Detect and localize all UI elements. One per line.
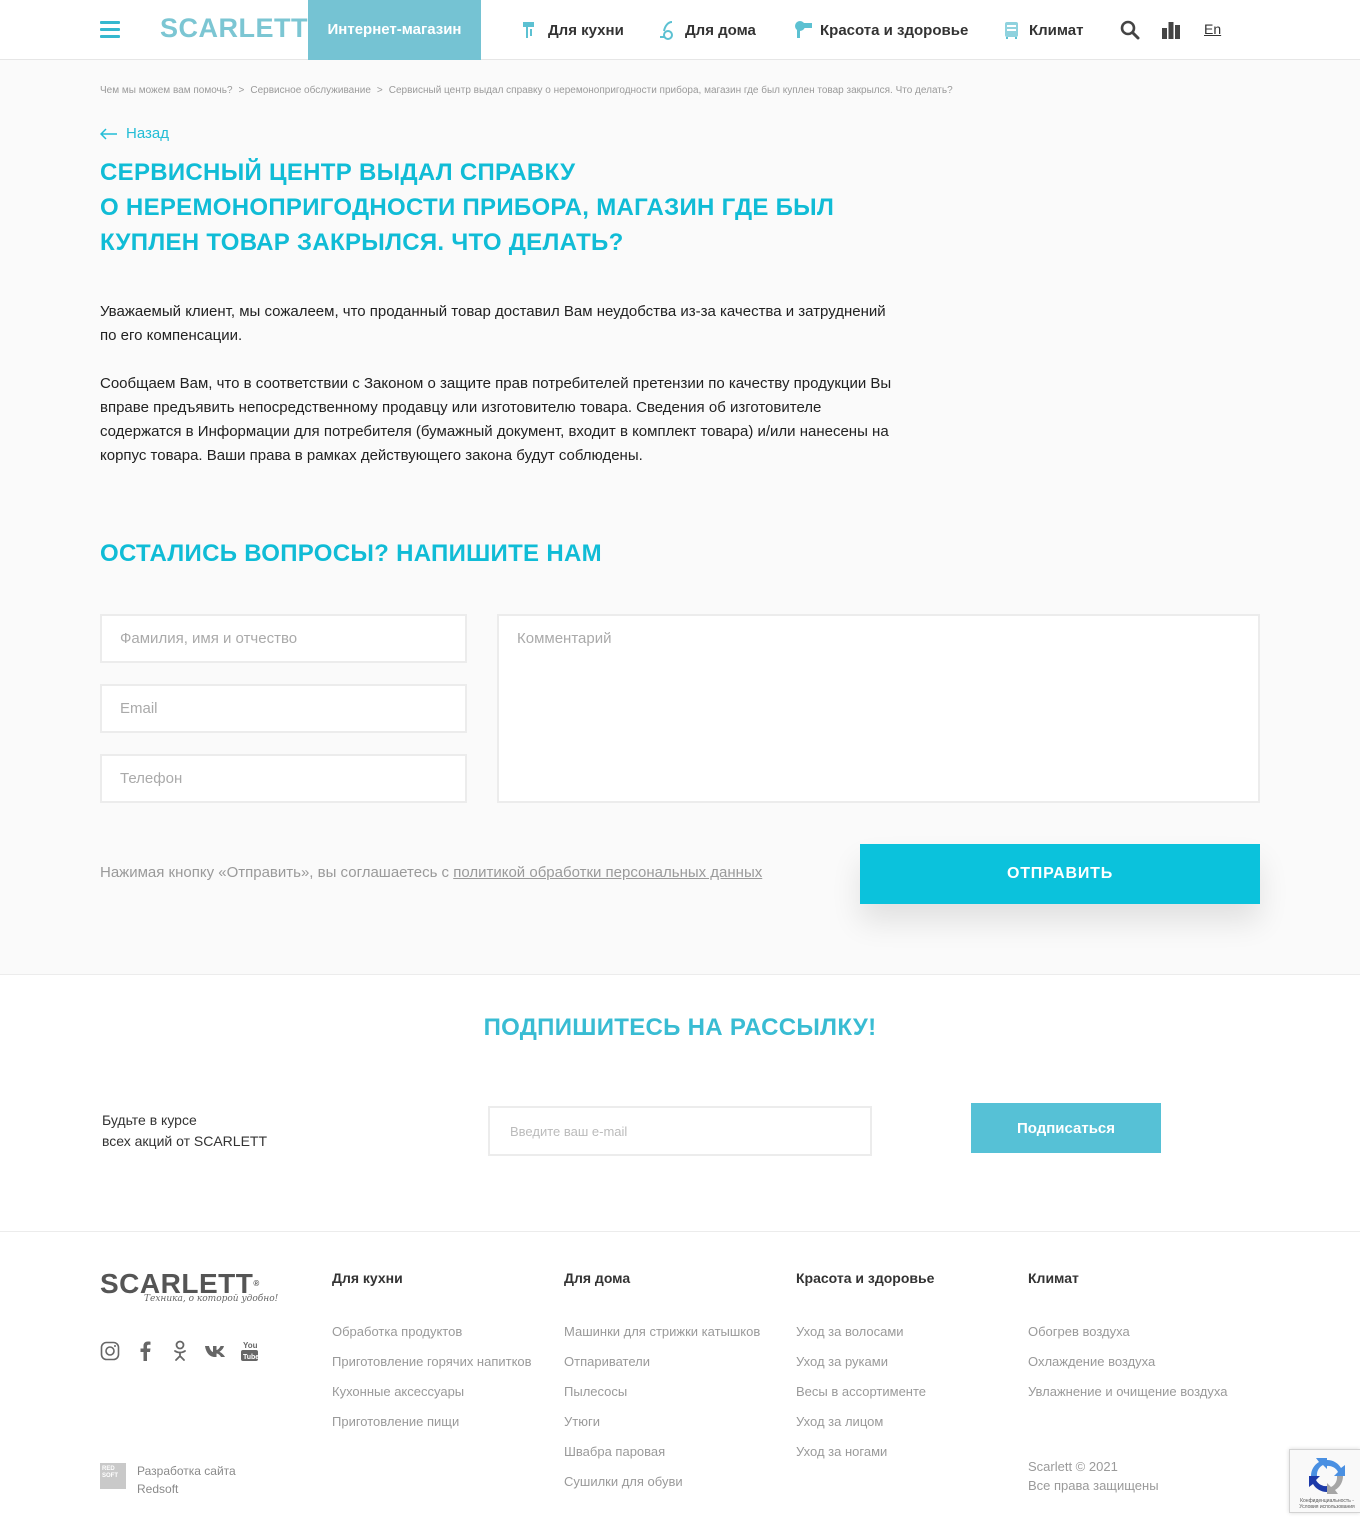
svg-text:You: You [243,1341,258,1350]
back-link[interactable]: Назад [100,125,169,142]
footer-link[interactable]: Отпариватели [564,1354,794,1384]
footer-link[interactable]: Охлаждение воздуха [1028,1354,1258,1384]
mixer-icon [521,20,541,40]
answer-paragraph: Сообщаем Вам, что в соответствии с Закон… [100,375,892,464]
footer-column-kitchen: Для кухни Обработка продуктов Приготовле… [332,1270,562,1444]
email-field[interactable] [100,684,467,733]
footer-link[interactable]: Сушилки для обуви [564,1474,794,1504]
recaptcha-badge[interactable]: Конфиденциальность - Условия использован… [1289,1449,1360,1513]
footer-link[interactable]: Весы в ассортименте [796,1384,1026,1414]
newsletter-text: Будьте в курсе всех акций от SCARLETT [102,1112,268,1149]
nav-climate[interactable]: Климат [1002,20,1084,40]
subscribe-button[interactable]: Подписаться [971,1103,1161,1153]
footer-link[interactable]: Утюги [564,1414,794,1444]
redsoft-logo: RED SOFT [100,1463,126,1489]
breadcrumb-current: Сервисный центр выдал справку о неремоно… [388,85,953,96]
vk-icon[interactable] [204,1340,226,1362]
menu-icon[interactable] [100,21,120,38]
footer-link[interactable]: Обработка продуктов [332,1324,562,1354]
search-icon[interactable] [1120,20,1140,40]
consent-text: Нажимая кнопку «Отправить», вы соглашает… [100,864,763,881]
facebook-icon[interactable] [134,1340,156,1362]
breadcrumb-separator: > [238,85,245,96]
svg-text:Tube: Tube [243,1354,259,1361]
footer-link[interactable]: Кухонные аксессуары [332,1384,562,1414]
breadcrumb-separator: > [376,85,383,96]
page-title: Сервисный центр выдал справку о неремоно… [100,159,835,256]
breadcrumb-item[interactable]: Чем мы можем вам помочь? [100,85,233,96]
logo[interactable]: SCARLETT® [160,13,314,44]
instagram-icon[interactable] [99,1340,121,1362]
footer-slogan: Техника, о которой удобно! [144,1294,279,1304]
tab-online-shop[interactable]: Интернет-магазин [308,0,481,60]
privacy-policy-link[interactable]: политикой обработки персональных данных [453,864,762,881]
breadcrumb: Чем мы можем вам помочь? > Сервисное обслу… [100,85,953,96]
footer-divider [0,1231,1360,1232]
footer-link[interactable]: Швабра паровая [564,1444,794,1474]
recaptcha-icon [1308,1457,1346,1500]
footer-column-title[interactable]: Для кухни [332,1270,562,1286]
footer-link[interactable]: Увлажнение и очищение воздуха [1028,1384,1258,1414]
vacuum-icon [658,20,678,40]
footer-column-title[interactable]: Для дома [564,1270,794,1286]
nav-home[interactable]: Для дома [658,20,756,40]
footer-column-home: Для дома Машинки для стрижки катышков От… [564,1270,794,1504]
form-title: Остались вопросы? Напишите нам [100,540,602,567]
heater-icon [1002,20,1022,40]
nav-beauty[interactable]: Красота и здоровье [793,20,968,40]
youtube-icon[interactable]: You Tube [239,1340,261,1362]
footer-link[interactable]: Приготовление пищи [332,1414,562,1444]
odnoklassniki-icon[interactable] [169,1340,191,1362]
footer-link[interactable]: Машинки для стрижки катышков [564,1324,794,1354]
footer-link[interactable]: Приготовление горячих напитков [332,1354,562,1384]
phone-field[interactable] [100,754,467,803]
arrow-left-icon [100,127,117,140]
copyright: Scarlett © 2021 Все права защищены [1028,1459,1159,1493]
footer-column-title[interactable]: Климат [1028,1270,1258,1286]
header: SCARLETT® Интернет-магазин Для кухни Для… [0,0,1360,60]
comment-field[interactable] [497,614,1260,803]
name-field[interactable] [100,614,467,663]
breadcrumb-item[interactable]: Сервисное обслуживание [250,85,371,96]
hairdryer-icon [793,20,813,40]
footer-column-beauty: Красота и здоровье Уход за волосами Уход… [796,1270,1026,1474]
compare-icon[interactable] [1161,21,1181,39]
footer-link[interactable]: Обогрев воздуха [1028,1324,1258,1354]
answer-paragraph: Уважаемый клиент, мы сожалеем, что прода… [100,303,886,344]
footer-link[interactable]: Уход за волосами [796,1324,1026,1354]
newsletter-email-input[interactable] [488,1106,872,1156]
footer-column-climate: Климат Обогрев воздуха Охлаждение воздух… [1028,1270,1258,1414]
footer-column-title[interactable]: Красота и здоровье [796,1270,1026,1286]
footer-link[interactable]: Уход за ногами [796,1444,1026,1474]
footer-link[interactable]: Пылесосы [564,1384,794,1414]
nav-kitchen[interactable]: Для кухни [521,20,624,40]
footer-link[interactable]: Уход за руками [796,1354,1026,1384]
newsletter-title: Подпишитесь на рассылку! [483,1014,877,1041]
developer-credit[interactable]: RED SOFT Разработка сайта Redsoft [100,1462,236,1498]
language-switch[interactable]: En [1204,21,1221,37]
submit-button[interactable]: ОТПРАВИТЬ [860,844,1260,904]
footer-logo[interactable]: SCARLETT® Техника, о которой удобно! [100,1270,278,1305]
footer-link[interactable]: Уход за лицом [796,1414,1026,1444]
